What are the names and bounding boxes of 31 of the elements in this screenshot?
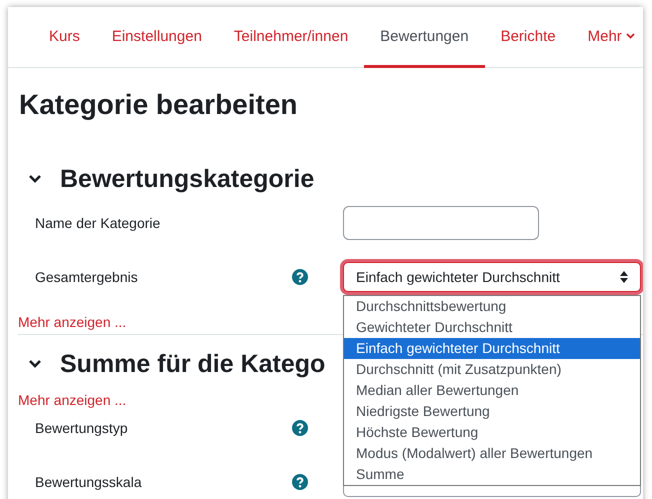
nav-tab[interactable]: Teilnehmer/innen bbox=[218, 7, 364, 68]
dropdown-option[interactable]: Median aller Bewertungen bbox=[344, 380, 640, 401]
nav-tab[interactable]: Bewertungen bbox=[364, 7, 485, 68]
dropdown-option[interactable]: Durchschnittsbewertung bbox=[344, 296, 640, 317]
help-icon[interactable] bbox=[292, 420, 308, 436]
page-title: Kategorie bearbeiten bbox=[19, 88, 299, 122]
field-label: Gesamtergebnis bbox=[35, 269, 139, 285]
nav-tab[interactable]: Einstellungen bbox=[96, 7, 218, 68]
nav-tab[interactable]: Mehr bbox=[572, 7, 643, 68]
sort-arrows-icon[interactable] bbox=[620, 271, 628, 283]
chevron-down-icon[interactable] bbox=[28, 359, 42, 369]
section-title: Summe für die Katego bbox=[60, 350, 326, 378]
dropdown-option[interactable]: Höchste Bewertung bbox=[344, 422, 640, 443]
field-label: Bewertungstyp bbox=[35, 420, 129, 436]
help-icon[interactable] bbox=[292, 474, 308, 490]
chevron-down-icon[interactable] bbox=[28, 174, 42, 184]
dropdown-option[interactable]: Gewichteter Durchschnitt bbox=[344, 317, 640, 338]
dropdown-option[interactable]: Modus (Modalwert) aller Bewertungen bbox=[344, 443, 640, 464]
dropdown-option[interactable]: Niedrigste Bewertung bbox=[344, 401, 640, 422]
nav-tab[interactable]: Kurs bbox=[33, 7, 96, 68]
dropdown-option[interactable]: Summe bbox=[344, 464, 640, 485]
name-field[interactable] bbox=[343, 206, 539, 240]
dropdown-option[interactable]: Einfach gewichteter Durchschnitt bbox=[344, 338, 640, 359]
show-more-link[interactable]: Mehr anzeigen ... bbox=[18, 314, 126, 330]
field-label: Name der Kategorie bbox=[35, 215, 162, 231]
show-more-link[interactable]: Mehr anzeigen ... bbox=[18, 392, 126, 408]
nav-tab[interactable]: Berichte bbox=[484, 7, 572, 68]
section-title: Bewertungskategorie bbox=[60, 164, 314, 194]
field-label: Bewertungsskala bbox=[35, 474, 143, 490]
dropdown-option[interactable]: Durchschnitt (mit Zusatzpunkten) bbox=[344, 359, 640, 380]
help-icon[interactable] bbox=[292, 269, 308, 285]
